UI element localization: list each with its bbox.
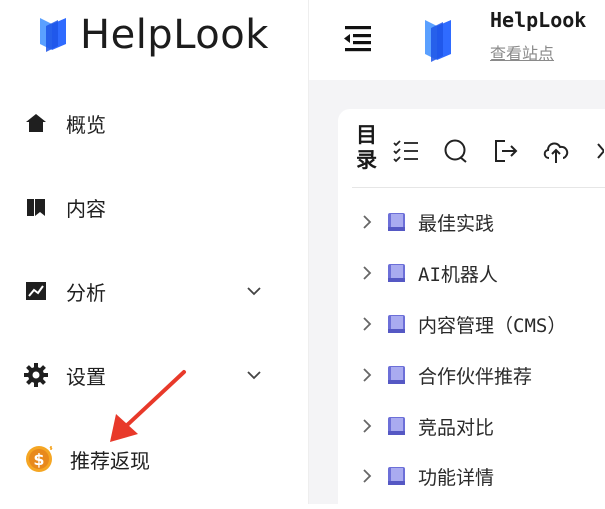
top-bar: HelpLook 查看站点: [309, 0, 605, 80]
search-button[interactable]: [442, 137, 470, 165]
chevron-right-icon[interactable]: [362, 418, 372, 434]
helplook-logo-icon: [425, 20, 451, 62]
site-logo: [417, 12, 457, 72]
export-button[interactable]: [492, 137, 520, 165]
chevron-right-icon[interactable]: [362, 468, 372, 484]
svg-text:$: $: [33, 450, 44, 469]
toc-item-label: 合作伙伴推荐: [418, 365, 533, 388]
helplook-logo-icon: [40, 18, 66, 52]
sidebar: HelpLook 概览 内容 分析 设置 $ 推荐返现: [0, 0, 309, 504]
list-check-icon: [393, 140, 418, 163]
chart-icon: [24, 279, 48, 303]
toc-item[interactable]: 合作伙伴推荐: [362, 360, 532, 390]
book-icon: [388, 264, 405, 282]
chevron-right-icon[interactable]: [362, 265, 372, 281]
book-icon: [388, 366, 405, 384]
toc-header: 目录: [356, 123, 605, 179]
chevron-down-icon[interactable]: [246, 281, 262, 300]
sidebar-item-label: 概览: [66, 112, 106, 137]
chevron-right-icon[interactable]: [362, 367, 372, 383]
toc-item-label: 内容管理（CMS）: [418, 314, 567, 337]
view-site-link[interactable]: 查看站点: [490, 40, 554, 64]
upload-button[interactable]: [542, 137, 570, 165]
sidebar-item-label: 设置: [66, 364, 106, 389]
dollar-coin-icon: $: [24, 444, 54, 474]
toc-item-label: 竞品对比: [418, 416, 495, 439]
sidebar-item-settings[interactable]: 设置: [24, 355, 274, 395]
cloud-upload-icon: [543, 142, 569, 163]
site-title: HelpLook: [490, 8, 587, 32]
divider: [352, 187, 605, 188]
book-icon: [388, 213, 405, 231]
toc-item-label: 最佳实践: [418, 212, 495, 235]
brand-logo[interactable]: HelpLook: [32, 12, 269, 58]
search-icon: [444, 139, 467, 163]
partial-icon: [597, 143, 604, 159]
sidebar-item-content[interactable]: 内容: [24, 187, 274, 227]
book-icon: [388, 315, 405, 333]
toc-title: 目录: [356, 123, 377, 172]
sidebar-item-label: 内容: [66, 196, 106, 221]
sidebar-item-analytics[interactable]: 分析: [24, 271, 274, 311]
toc-item[interactable]: AI机器人: [362, 258, 498, 288]
chevron-right-icon[interactable]: [362, 316, 372, 332]
outline-button[interactable]: [392, 137, 420, 165]
chevron-down-icon[interactable]: [246, 365, 262, 384]
menu-fold-icon: [344, 26, 371, 52]
gear-icon: [24, 363, 48, 387]
toc-item[interactable]: 内容管理（CMS）: [362, 309, 566, 339]
chevron-right-icon[interactable]: [362, 214, 372, 230]
book-icon: [24, 195, 48, 219]
home-icon: [24, 111, 48, 135]
sidebar-item-referral[interactable]: $ 推荐返现: [24, 439, 274, 479]
collapse-menu-button[interactable]: [341, 24, 373, 52]
toc-item[interactable]: 竞品对比: [362, 411, 494, 441]
brand-name: HelpLook: [80, 12, 269, 58]
sidebar-item-overview[interactable]: 概览: [24, 103, 274, 143]
sidebar-item-label: 分析: [66, 280, 106, 305]
toc-item[interactable]: 最佳实践: [362, 207, 494, 237]
toc-item-label: 功能详情: [418, 466, 495, 489]
export-icon: [495, 140, 518, 162]
sidebar-item-label: 推荐返现: [70, 448, 150, 473]
toc-item-label: AI机器人: [418, 263, 498, 286]
toc-panel: 目录 最佳实践 AI机器人 内容管理（CMS） 合作伙伴推荐 竞品对比 功能详情: [338, 109, 605, 509]
toc-item[interactable]: 功能详情: [362, 461, 494, 491]
more-button[interactable]: [592, 137, 605, 165]
book-icon: [388, 417, 405, 435]
book-icon: [388, 467, 405, 485]
